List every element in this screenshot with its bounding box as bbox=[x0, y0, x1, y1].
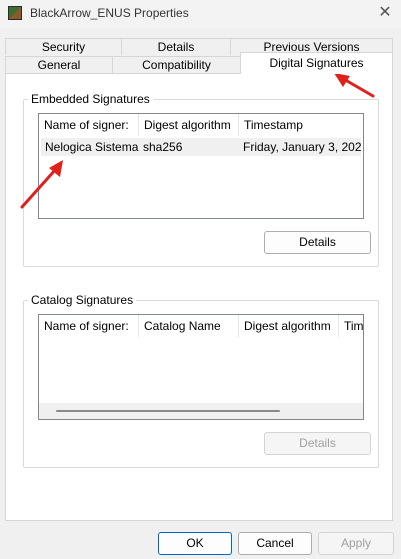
tab-digital-signatures[interactable]: Digital Signatures bbox=[240, 52, 393, 74]
arrow-to-signer-row bbox=[20, 160, 63, 209]
annotation-arrows bbox=[20, 73, 375, 209]
arrow-to-digital-signatures-tab bbox=[334, 73, 375, 98]
